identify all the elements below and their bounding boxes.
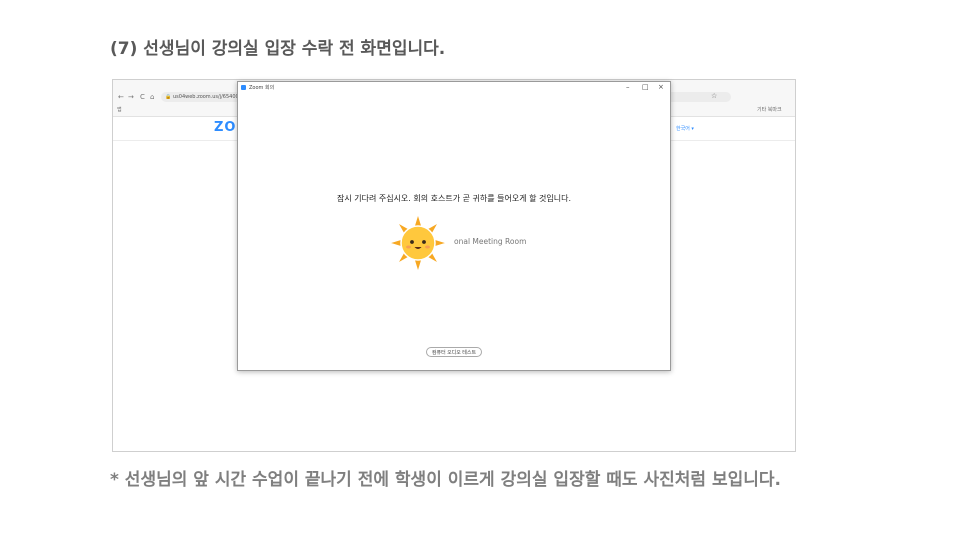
lock-icon: 🔒: [165, 94, 172, 100]
meeting-room-name: onal Meeting Room: [454, 237, 527, 246]
reload-icon[interactable]: C: [140, 93, 145, 101]
sun-icon: [388, 213, 448, 273]
apps-shortcut[interactable]: 앱: [117, 106, 122, 113]
language-selector[interactable]: 한국어 ▾: [676, 125, 694, 132]
footnote: * 선생님의 앞 시간 수업이 끝나기 전에 학생이 이르게 강의실 입장할 때…: [110, 470, 781, 490]
window-title: Zoom 회의: [249, 85, 275, 91]
slide-heading: (7) 선생님이 강의실 입장 수락 전 화면입니다.: [110, 39, 446, 59]
url-text: us04web.zoom.us/j/6540055: [173, 94, 246, 100]
close-icon[interactable]: ×: [658, 83, 664, 91]
home-icon[interactable]: ⌂: [150, 93, 154, 101]
bookmark-star-icon[interactable]: ☆: [711, 92, 717, 100]
back-icon[interactable]: ←: [118, 93, 124, 101]
test-computer-audio-button[interactable]: 컴퓨터 오디오 테스트: [426, 347, 482, 357]
waiting-message: 잠시 기다려 주십시오. 회의 호스트가 곧 귀하를 들어오게 할 것입니다.: [336, 194, 572, 203]
zoom-app-icon: [241, 85, 246, 90]
zoom-title-bar[interactable]: Zoom 회의 – □ ×: [238, 82, 670, 94]
maximize-icon[interactable]: □: [642, 83, 649, 91]
minimize-icon[interactable]: –: [626, 83, 630, 91]
other-bookmarks[interactable]: 기타 북마크: [757, 106, 782, 113]
forward-icon[interactable]: →: [128, 93, 134, 101]
zoom-meeting-window: Zoom 회의 – □ × 잠시 기다려 주십시오. 회의 호스트가 곧 귀하를…: [237, 81, 671, 371]
